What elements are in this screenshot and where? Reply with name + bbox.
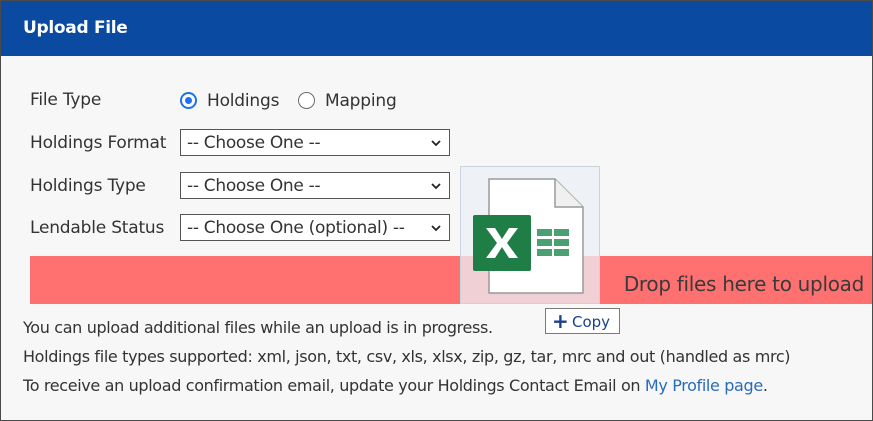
dropzone-text: Drop files here to upload [623,272,864,296]
panel-header: Upload File [1,1,872,56]
chevron-down-icon [431,183,441,190]
file-type-label: File Type [30,90,102,110]
mapping-radio-label[interactable]: Mapping [325,91,397,111]
chevron-down-icon [431,225,441,232]
holdings-radio-label[interactable]: Holdings [207,91,279,111]
excel-file-icon [473,178,584,294]
info-line-types: Holdings file types supported: xml, json… [23,347,791,366]
mapping-radio[interactable] [298,92,315,109]
dragged-file-preview [460,166,600,304]
holdings-format-label: Holdings Format [30,133,167,153]
info-email-text: To receive an upload confirmation email,… [23,376,645,395]
upload-file-panel: Upload File File Type Holdings Mapping H… [0,0,873,421]
holdings-format-value: -- Choose One -- [187,133,321,153]
holdings-radio[interactable] [180,92,197,109]
info-line-email: To receive an upload confirmation email,… [23,376,768,395]
lendable-status-select[interactable]: -- Choose One (optional) -- [180,214,450,241]
my-profile-link[interactable]: My Profile page [645,376,763,395]
plus-icon: + [552,309,569,333]
holdings-type-value: -- Choose One -- [187,176,321,196]
copy-drag-tooltip: + Copy [545,308,620,334]
panel-title: Upload File [23,18,128,38]
holdings-type-label: Holdings Type [30,176,146,196]
holdings-type-select[interactable]: -- Choose One -- [180,172,450,199]
info-email-suffix: . [762,376,768,395]
holdings-format-select[interactable]: -- Choose One -- [180,129,450,156]
copy-label: Copy [572,313,611,331]
chevron-down-icon [431,140,441,147]
lendable-status-value: -- Choose One (optional) -- [187,218,405,238]
file-dropzone[interactable]: Drop files here to upload [30,256,872,304]
info-line-progress: You can upload additional files while an… [23,318,493,337]
lendable-status-label: Lendable Status [30,218,165,238]
